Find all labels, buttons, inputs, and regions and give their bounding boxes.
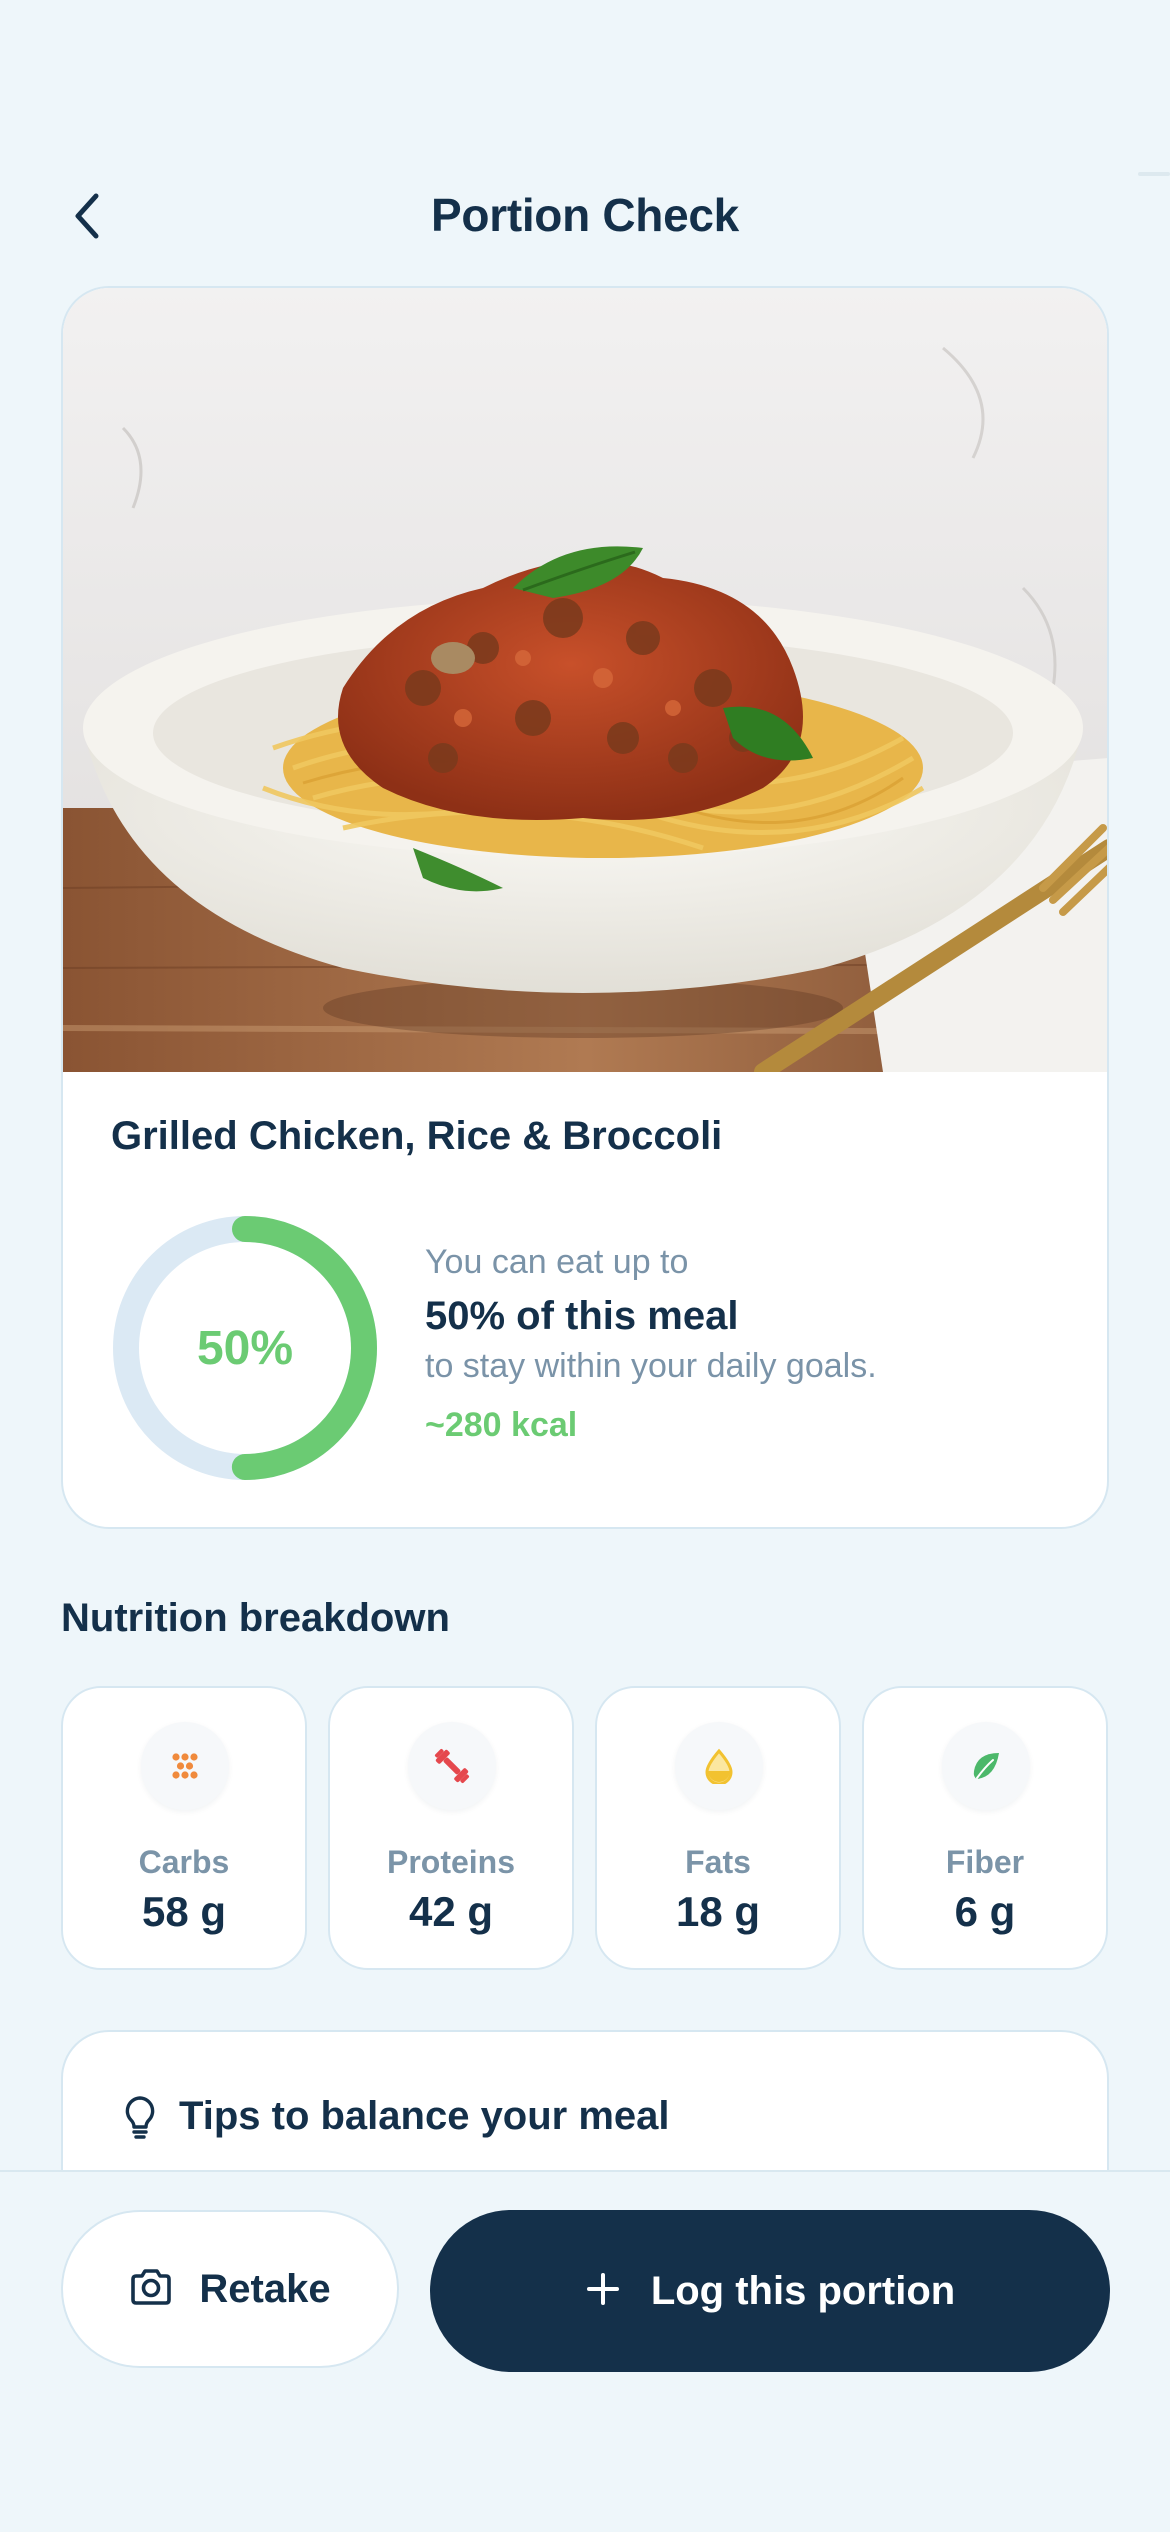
retake-label: Retake: [199, 2266, 331, 2311]
portion-percent: 50%: [196, 1321, 294, 1375]
nutrition-value: 42 g: [408, 1888, 494, 1935]
nutrition-card-proteins: Proteins 42 g: [328, 1686, 574, 1970]
nutrition-label: Fiber: [945, 1844, 1025, 1880]
lightbulb-icon: [115, 2092, 165, 2142]
header: Portion Check: [0, 170, 1170, 260]
meal-photo: [63, 288, 1107, 1072]
nutrition-label: Carbs: [138, 1844, 230, 1880]
meal-name: Grilled Chicken, Rice & Broccoli: [111, 1114, 723, 1158]
nutrition-title: Nutrition breakdown: [61, 1596, 450, 1640]
page-title: Portion Check: [431, 189, 739, 241]
log-portion-label: Log this portion: [650, 2268, 956, 2313]
plus-icon: [585, 2271, 621, 2312]
nutrition-value: 58 g: [141, 1888, 227, 1935]
tips-title: Tips to balance your meal: [179, 2094, 670, 2138]
nutrition-label: Proteins: [386, 1844, 516, 1880]
retake-button[interactable]: Retake: [61, 2210, 399, 2368]
nutrition-value: 18 g: [675, 1888, 761, 1935]
nutrition-value: 6 g: [954, 1888, 1016, 1935]
leaf-icon: [942, 1722, 1030, 1810]
dumbbell-icon: [408, 1722, 496, 1810]
allowance-main: 50% of this meal: [425, 1294, 739, 1339]
grain-icon: [141, 1722, 229, 1810]
nutrition-row: Carbs 58 g Proteins 42 g Fats 18 g Fiber…: [61, 1686, 1109, 1970]
allowance-block: You can eat up to 50% of this meal to st…: [425, 1240, 1085, 1445]
nutrition-card-fats: Fats 18 g: [595, 1686, 841, 1970]
oil-drop-icon: [675, 1722, 763, 1810]
nutrition-card-fiber: Fiber 6 g: [862, 1686, 1108, 1970]
allowance-suffix: to stay within your daily goals.: [425, 1347, 877, 1386]
camera-icon: [129, 2267, 173, 2312]
portion-ring: 50%: [111, 1214, 379, 1482]
meal-card: Grilled Chicken, Rice & Broccoli 50% You…: [61, 286, 1109, 1529]
calorie-estimate: ~280 kcal: [425, 1406, 578, 1445]
allowance-prefix: You can eat up to: [425, 1243, 689, 1281]
log-portion-button[interactable]: Log this portion: [430, 2210, 1110, 2372]
bottom-action-bar: Retake Log this portion: [0, 2170, 1170, 2532]
nutrition-label: Fats: [685, 1844, 751, 1880]
nutrition-card-carbs: Carbs 58 g: [61, 1686, 307, 1970]
